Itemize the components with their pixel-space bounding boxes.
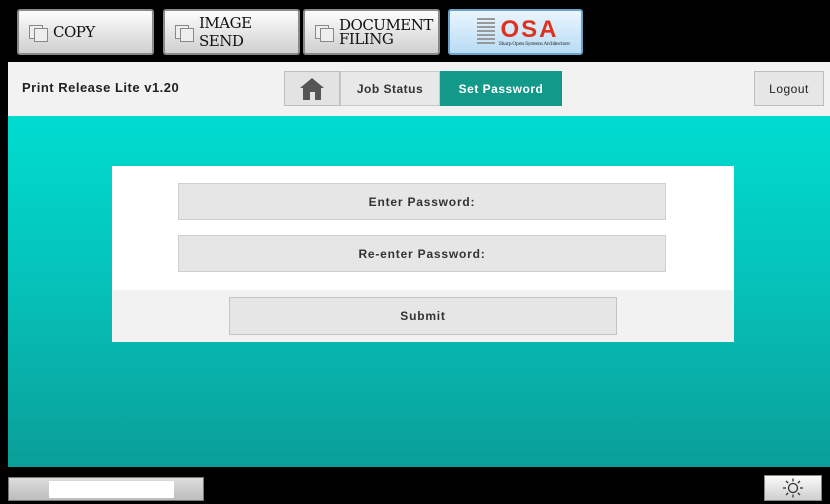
- enter-password-field[interactable]: Enter Password:: [178, 183, 666, 220]
- copy-mode-label: COPY: [53, 23, 95, 41]
- document-filing-line2: FILING: [339, 30, 394, 48]
- tab-job-status[interactable]: Job Status: [340, 71, 440, 106]
- osa-logo-subtitle: Sharp Open Systems Architecture: [498, 41, 571, 47]
- image-send-mode-button[interactable]: IMAGE SEND: [163, 9, 300, 55]
- mode-bar: COPY IMAGE SEND DOCUMENT FILING OSA Shar…: [0, 0, 830, 62]
- osa-stripes-icon: [476, 18, 495, 46]
- app-title: Print Release Lite v1.20: [22, 80, 180, 95]
- document-filing-mode-button[interactable]: DOCUMENT FILING: [303, 9, 440, 55]
- brightness-icon: [783, 478, 803, 498]
- copy-icon: [27, 23, 49, 42]
- document-filing-mode-label: DOCUMENT FILING: [339, 18, 433, 48]
- document-filing-icon: [313, 23, 335, 42]
- brightness-button[interactable]: [764, 475, 822, 501]
- osa-logo-text: OSA: [500, 16, 559, 43]
- reenter-password-field[interactable]: Re-enter Password:: [178, 235, 666, 272]
- status-indicator: [8, 477, 204, 501]
- osa-logo: OSA Sharp Open Systems Architecture: [476, 14, 570, 50]
- main-content: Enter Password: Re-enter Password: Submi…: [8, 116, 830, 467]
- image-send-mode-label: IMAGE SEND: [199, 14, 252, 50]
- submit-button[interactable]: Submit: [229, 297, 617, 335]
- home-button[interactable]: [284, 71, 340, 106]
- copy-mode-button[interactable]: COPY: [17, 9, 154, 55]
- password-form-card: Enter Password: Re-enter Password: Submi…: [112, 166, 734, 342]
- image-send-icon: [173, 23, 195, 42]
- home-icon: [300, 77, 324, 100]
- logout-button[interactable]: Logout: [754, 71, 824, 106]
- app-header: Print Release Lite v1.20 Job Status Set …: [8, 62, 830, 116]
- bottom-bar: [0, 467, 830, 504]
- tab-set-password[interactable]: Set Password: [440, 71, 562, 106]
- osa-mode-button[interactable]: OSA Sharp Open Systems Architecture: [448, 9, 583, 55]
- status-indicator-fill: [49, 481, 174, 498]
- submit-row: Submit: [112, 290, 734, 342]
